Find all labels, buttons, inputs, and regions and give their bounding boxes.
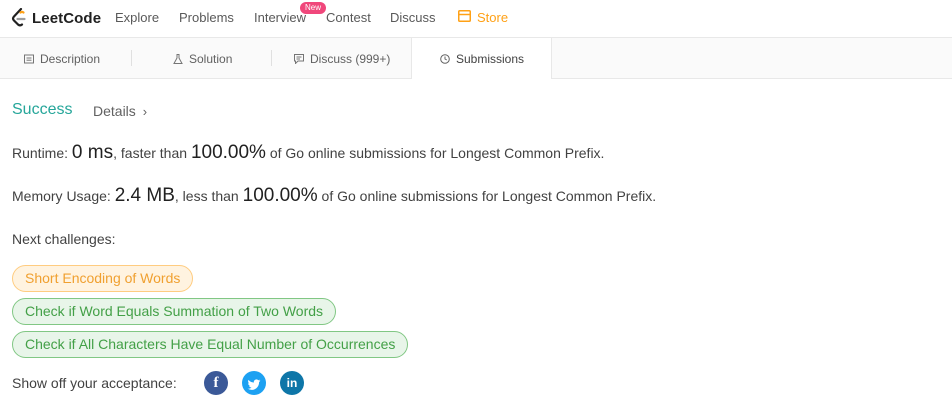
facebook-icon[interactable]: f [204, 371, 228, 395]
tab-discuss-label: Discuss (999+) [310, 51, 391, 66]
store-icon [458, 10, 471, 22]
next-challenges-label: Next challenges: [12, 231, 116, 247]
new-badge: New [300, 2, 327, 14]
challenge-chip[interactable]: Check if All Characters Have Equal Numbe… [12, 331, 409, 358]
tab-submissions-label: Submissions [456, 51, 525, 66]
challenge-chip[interactable]: Short Encoding of Words [12, 265, 194, 292]
submission-status: Success [12, 101, 73, 118]
linkedin-icon[interactable]: in [280, 371, 304, 395]
nav-problems[interactable]: Problems [179, 10, 234, 25]
memory-percentile: 100.00% [242, 185, 318, 206]
challenge-chip[interactable]: Check if Word Equals Summation of Two Wo… [12, 298, 337, 325]
runtime-line: Runtime: 0 ms, faster than 100.00% of Go… [12, 142, 604, 164]
tab-description-label: Description [40, 51, 101, 66]
tab-divider [131, 50, 132, 66]
nav-explore[interactable]: Explore [115, 10, 159, 25]
problem-tabs: Description Solution Discuss (999+) Subm… [0, 38, 952, 79]
leetcode-logo-icon [11, 8, 26, 27]
tab-divider [271, 50, 272, 66]
nav-store[interactable]: Store [477, 10, 508, 25]
tab-description[interactable]: Description [24, 38, 100, 79]
details-link[interactable]: Details › [93, 103, 147, 119]
nav-interview[interactable]: Interview [254, 10, 306, 25]
top-navbar: LeetCode Explore Problems Interview New … [0, 0, 952, 38]
tab-discuss[interactable]: Discuss (999+) [294, 38, 390, 79]
tab-solution-label: Solution [189, 51, 233, 66]
share-label: Show off your acceptance: [12, 375, 177, 391]
twitter-icon[interactable] [242, 371, 266, 395]
memory-line: Memory Usage: 2.4 MB, less than 100.00% … [12, 185, 656, 207]
nav-contest[interactable]: Contest [326, 10, 371, 25]
nav-discuss[interactable]: Discuss [390, 10, 436, 25]
tab-submissions[interactable]: Submissions [411, 38, 552, 79]
runtime-label: Runtime: [12, 145, 69, 161]
details-label: Details [93, 103, 136, 119]
comment-icon [294, 53, 304, 64]
runtime-comparison: , faster than [113, 145, 188, 161]
document-icon [24, 54, 34, 63]
clock-icon [440, 53, 450, 64]
memory-comparison: , less than [174, 188, 239, 204]
memory-label: Memory Usage: [12, 188, 111, 204]
chevron-right-icon: › [142, 104, 148, 119]
brand-name: LeetCode [32, 9, 102, 27]
runtime-value: 0 ms [71, 142, 114, 163]
memory-value: 2.4 MB [114, 185, 175, 206]
tab-solution[interactable]: Solution [173, 38, 232, 79]
flask-icon [173, 53, 183, 64]
memory-description: of Go online submissions for Longest Com… [321, 188, 657, 204]
runtime-percentile: 100.00% [190, 142, 266, 163]
twitter-bird-icon [247, 379, 261, 390]
leetcode-logo[interactable]: LeetCode [11, 7, 101, 29]
runtime-description: of Go online submissions for Longest Com… [269, 145, 605, 161]
